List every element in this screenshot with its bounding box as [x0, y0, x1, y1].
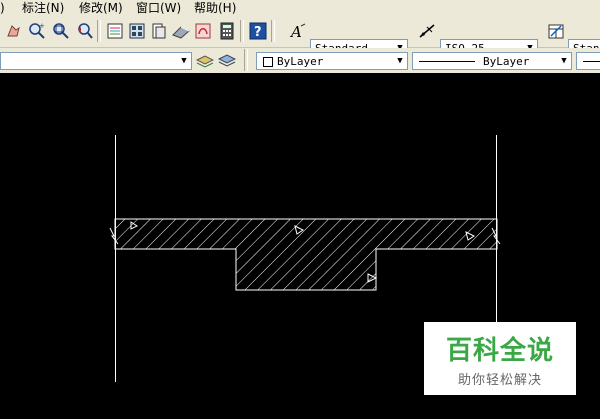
svg-text:A: A [289, 23, 302, 40]
menu-item-window[interactable]: 窗口(W) [136, 0, 181, 16]
chevron-down-icon: ▼ [181, 56, 187, 66]
menu-bar: ) 标注(N) 修改(M) 窗口(W) 帮助(H) [0, 0, 600, 16]
watermark-title: 百科全说 [445, 336, 554, 366]
zoom-realtime-icon[interactable]: + [28, 22, 46, 40]
chevron-down-icon: ▼ [561, 56, 567, 66]
color-swatch [263, 57, 273, 67]
zoom-previous-icon[interactable] [76, 22, 94, 40]
menu-item-view-partial[interactable]: ) [0, 0, 5, 16]
svg-text:+: + [39, 22, 45, 30]
watermark-subtitle: 助你轻松解决 [457, 373, 542, 388]
properties-icon[interactable] [106, 22, 124, 40]
calculator-icon[interactable] [218, 22, 236, 40]
lineweight-sample [583, 61, 600, 62]
linetype-value: ByLayer [483, 55, 530, 68]
toolbar-separator [240, 20, 244, 42]
tool-palettes-icon[interactable] [150, 22, 168, 40]
markup-set-manager-icon[interactable] [194, 22, 212, 40]
help-icon[interactable]: ? [249, 22, 267, 40]
properties-toolbar: ▼ ByLayer ▼ ByLayer ▼ [0, 48, 600, 73]
toolbar-separator [244, 49, 248, 71]
menu-item-dimension[interactable]: 标注(N) [22, 0, 64, 16]
color-value: ByLayer [277, 55, 324, 68]
linetype-sample [419, 61, 475, 62]
layer-previous-icon[interactable] [218, 51, 236, 69]
toolbar-separator [97, 20, 101, 42]
linetype-select[interactable]: ByLayer ▼ [412, 52, 572, 70]
svg-text:?: ? [254, 25, 262, 40]
dimension-style-icon[interactable] [418, 22, 436, 40]
lineweight-select[interactable] [576, 52, 600, 70]
menu-item-modify[interactable]: 修改(M) [79, 0, 123, 16]
text-style-icon[interactable]: A [289, 22, 307, 40]
table-style-icon[interactable] [547, 22, 565, 40]
design-center-icon[interactable] [128, 22, 146, 40]
menu-item-help[interactable]: 帮助(H) [194, 0, 236, 16]
sheet-set-manager-icon[interactable] [172, 22, 190, 40]
slab-section-hatch [114, 218, 498, 291]
toolbar-separator [271, 20, 275, 42]
layer-select[interactable]: ▼ [0, 52, 192, 70]
chevron-down-icon: ▼ [397, 56, 403, 66]
standard-toolbar: + ? A [0, 16, 600, 57]
watermark-logo: 百科全说 助你轻松解决 [424, 322, 576, 395]
make-object-layer-current-icon[interactable] [196, 51, 214, 69]
zoom-window-icon[interactable] [52, 22, 70, 40]
color-select[interactable]: ByLayer ▼ [256, 52, 408, 70]
pan-icon[interactable] [4, 22, 22, 40]
